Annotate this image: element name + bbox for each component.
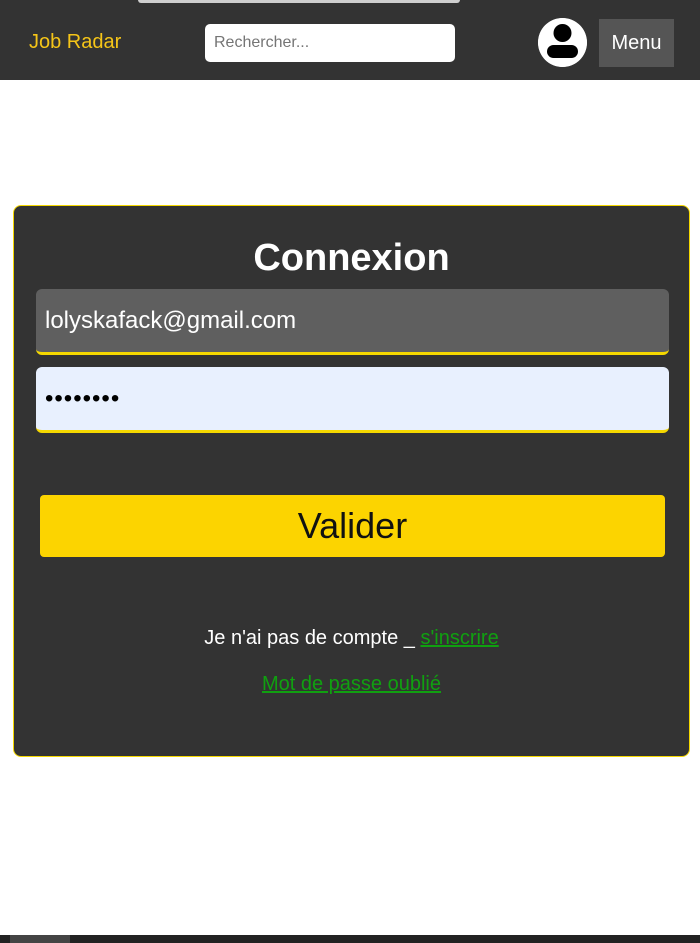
email-field[interactable]	[36, 289, 669, 355]
menu-button[interactable]: Menu	[599, 19, 674, 67]
signup-link[interactable]: s'inscrire	[420, 627, 498, 649]
submit-button[interactable]: Valider	[40, 495, 665, 557]
login-title: Connexion	[253, 237, 450, 279]
search-input[interactable]	[205, 24, 455, 62]
bottom-tab	[10, 935, 70, 943]
no-account-text: Je n'ai pas de compte _	[204, 627, 421, 649]
forgot-password-row: Mot de passe oublié	[14, 673, 689, 695]
forgot-password-link[interactable]: Mot de passe oublié	[262, 673, 441, 695]
signup-prompt: Je n'ai pas de compte _ s'inscrire	[14, 627, 689, 649]
login-card: Connexion Valider Je n'ai pas de compte …	[13, 205, 690, 757]
brand-logo-link[interactable]: Job Radar	[29, 31, 121, 53]
password-field[interactable]	[36, 367, 669, 433]
user-avatar-icon[interactable]	[538, 18, 587, 67]
bottom-bar	[0, 935, 700, 943]
browser-tab-indicator	[138, 0, 460, 3]
top-navbar: Job Radar Menu	[0, 0, 700, 80]
